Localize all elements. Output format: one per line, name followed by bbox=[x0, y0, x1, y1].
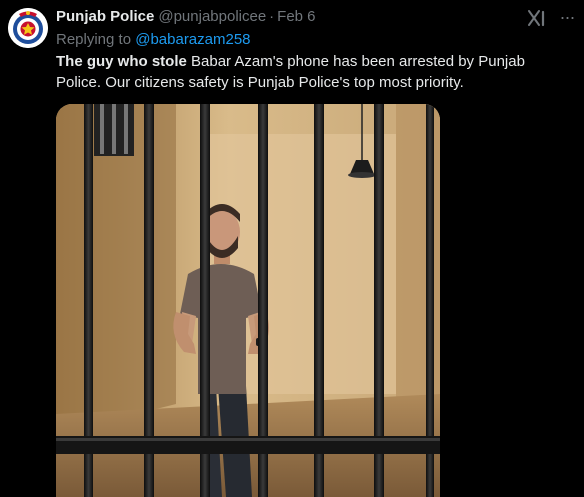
grok-icon bbox=[528, 10, 545, 27]
tweet-photo[interactable] bbox=[56, 104, 440, 497]
author-handle[interactable]: @punjabpolicee bbox=[158, 8, 266, 25]
tweet-header: Punjab Police @punjabpolicee · Feb 6 bbox=[56, 7, 316, 27]
tweet-date[interactable]: Feb 6 bbox=[277, 8, 315, 25]
tweet[interactable]: Punjab Police @punjabpolicee · Feb 6 ··· Re… bbox=[0, 0, 584, 497]
grok-button[interactable] bbox=[526, 7, 548, 29]
punjab-police-emblem-icon bbox=[8, 8, 48, 48]
jail-cell-photo bbox=[56, 104, 440, 497]
author-name[interactable]: Punjab Police bbox=[56, 8, 154, 25]
more-icon: ··· bbox=[559, 7, 576, 27]
replying-to: Replying to @babarazam258 bbox=[56, 30, 251, 50]
avatar[interactable] bbox=[8, 8, 48, 48]
tweet-text-bold: The guy who stole bbox=[56, 53, 187, 70]
replying-prefix: Replying to bbox=[56, 31, 132, 48]
separator: · bbox=[269, 8, 275, 25]
reply-mention-link[interactable]: @babarazam258 bbox=[135, 31, 250, 48]
tweet-text: The guy who stole Babar Azam's phone has… bbox=[56, 51, 572, 93]
more-button[interactable]: ··· bbox=[556, 8, 578, 28]
